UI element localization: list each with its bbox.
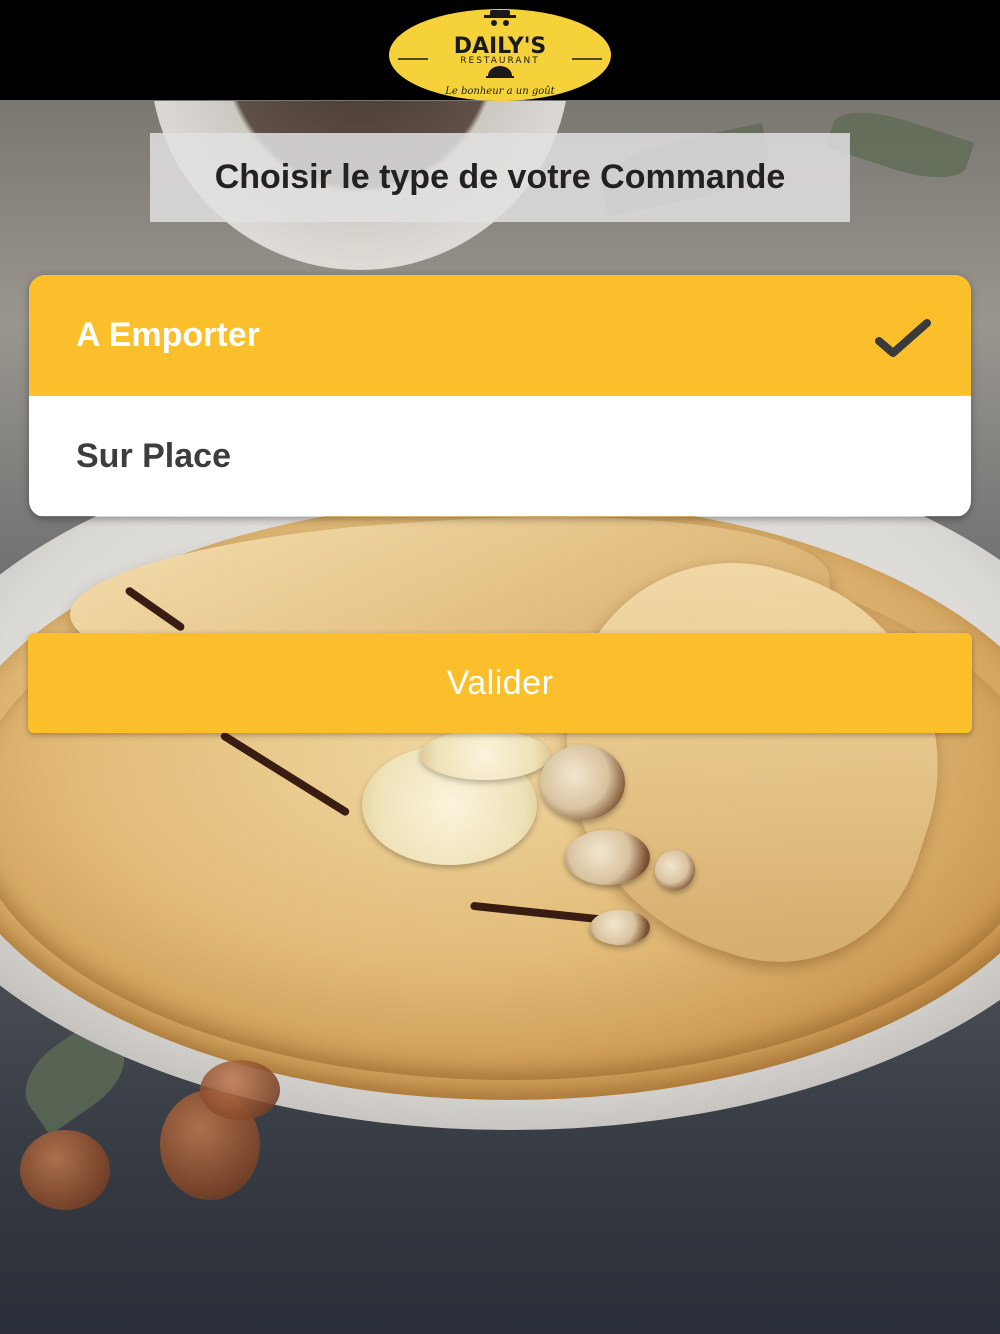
option-label: Sur Place xyxy=(76,436,231,475)
checkmark-icon xyxy=(875,319,931,357)
order-type-list: A Emporter Sur Place xyxy=(29,275,971,517)
validate-button-label: Valider xyxy=(446,663,554,702)
page-title-box: Choisir le type de votre Commande xyxy=(150,133,850,222)
restaurant-logo: DAILY'S RESTAURANT Le bonheur a un goût xyxy=(389,9,611,101)
option-label: A Emporter xyxy=(76,315,260,354)
option-sur-place[interactable]: Sur Place xyxy=(29,395,971,516)
app-header: DAILY'S RESTAURANT Le bonheur a un goût xyxy=(0,0,1000,101)
page-title: Choisir le type de votre Commande xyxy=(214,158,786,196)
svg-text:Le bonheur a un goût: Le bonheur a un goût xyxy=(444,86,555,97)
svg-text:RESTAURANT: RESTAURANT xyxy=(460,56,539,66)
option-a-emporter[interactable]: A Emporter xyxy=(29,275,971,395)
validate-button[interactable]: Valider xyxy=(28,633,972,733)
